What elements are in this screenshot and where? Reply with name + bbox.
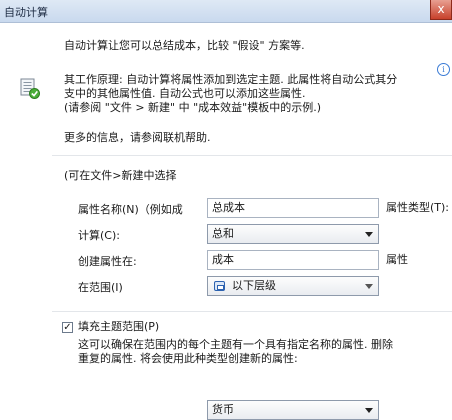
chevron-down-icon [365,408,373,413]
document-calc-icon [20,78,40,99]
scope-select-value: 以下层级 [232,279,276,292]
hierarchy-icon [214,281,225,291]
chevron-down-icon [365,284,373,289]
scope-select[interactable]: 以下层级 [207,276,379,296]
divider [52,155,452,156]
calc-label: 计算(C): [78,229,120,242]
info-icon[interactable]: i [437,63,450,76]
property-type-label: 属性类型(T): [386,201,450,214]
create-property-suffix: 属性 [386,253,408,266]
title-bar: 自动计算 x [0,0,452,23]
scope-label: 在范围(I) [78,281,123,294]
property-name-input[interactable]: 总成本 [207,198,379,218]
fill-scope-label[interactable]: 填充主题范围(P) [78,320,159,334]
create-property-input[interactable]: 成本 [207,250,379,270]
fill-scope-desc-line-2: 重复的属性. 将会使用此种类型创建新的属性: [78,352,298,365]
calc-select[interactable]: 总和 [207,224,379,244]
fill-scope-desc-line-1: 这可以确保在范围内的每个主题有一个具有指定名称的属性. 删除 [78,338,393,351]
principle-line-3: (请参阅 "文件 > 新建" 中 "成本效益"模板中的示例.) [64,101,322,114]
close-button[interactable]: x [430,0,452,20]
dialog-body: i 自动计算让您可以总结成本，比较 "假设" 方案等. 其工作原理: 自动计算将… [0,23,452,420]
property-name-label: 属性名称(N)（例如成 [78,203,183,216]
principle-line-2: 支中的其他属性值. 自动公式也可以添加这些属性. [64,87,306,100]
currency-select[interactable]: 货币 [207,400,379,420]
divider [52,311,452,312]
calc-select-value: 总和 [212,227,234,240]
chevron-down-icon [365,232,373,237]
currency-select-value: 货币 [212,403,234,416]
create-property-label: 创建属性在: [78,255,137,268]
fill-scope-checkbox[interactable]: ✓ [62,322,73,333]
window-title: 自动计算 [4,6,48,19]
principle-line-1: 其工作原理: 自动计算将属性添加到选定主题. 此属性将自动公式其分 [64,73,398,86]
more-info-text: 更多的信息，请参阅联机帮助. [64,131,211,144]
intro-text: 自动计算让您可以总结成本，比较 "假设" 方案等. [64,39,305,52]
template-hint: (可在文件>新建中选择 [64,169,177,182]
